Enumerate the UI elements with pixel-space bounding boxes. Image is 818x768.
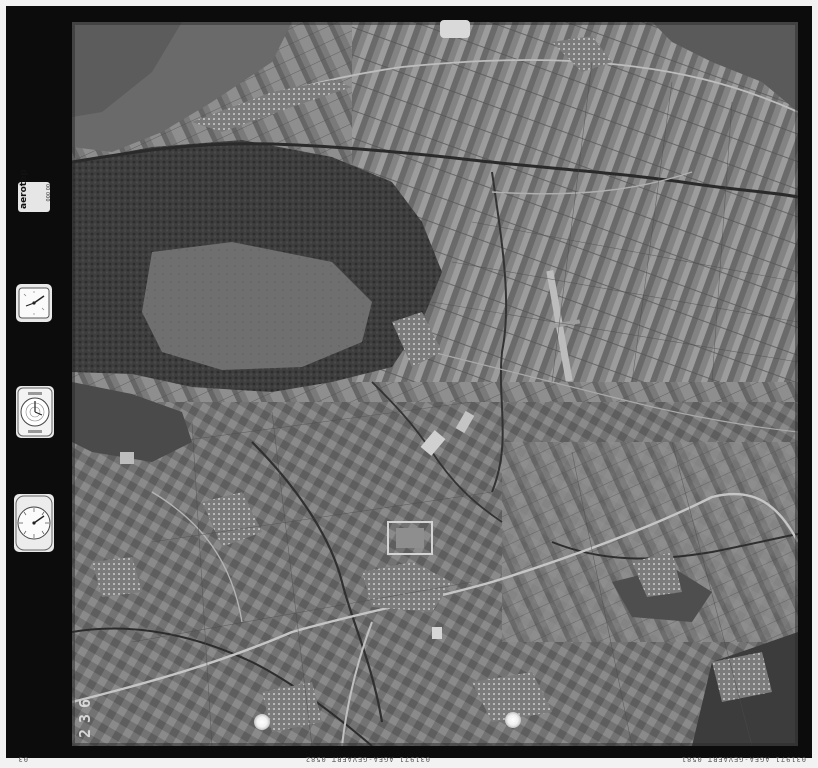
edge-print-right: 031971 AGFA-GEVAERT 0581 [680, 755, 806, 763]
edge-print-left: 03 [17, 755, 28, 763]
edge-print-center: 031971 AGFA-GEVAERT 0582 [304, 755, 430, 763]
fiducial-spot-right [505, 712, 521, 728]
logo-subtext: 00 000 [44, 184, 50, 202]
frame-number: 6 3 2 [76, 696, 100, 742]
aerial-terrain [72, 22, 798, 746]
frame-number-digit: 6 [76, 698, 94, 709]
altimeter-dial-icon [18, 287, 50, 319]
frame-number-digit: 3 [76, 713, 94, 724]
aerial-photograph [72, 22, 798, 746]
counter-dial-icon [15, 495, 53, 551]
clock-gauge [16, 386, 54, 438]
logo-text: aerotop [19, 169, 29, 209]
clock-dial-icon [17, 387, 53, 437]
counter-dial-gauge [14, 494, 54, 552]
fiducial-spot-left [254, 714, 270, 730]
film-edge-mark [440, 20, 470, 38]
altimeter-gauge [16, 284, 52, 322]
aerotop-logo: aerotop 00 000 [18, 169, 50, 212]
frame-number-digit: 2 [76, 728, 94, 739]
